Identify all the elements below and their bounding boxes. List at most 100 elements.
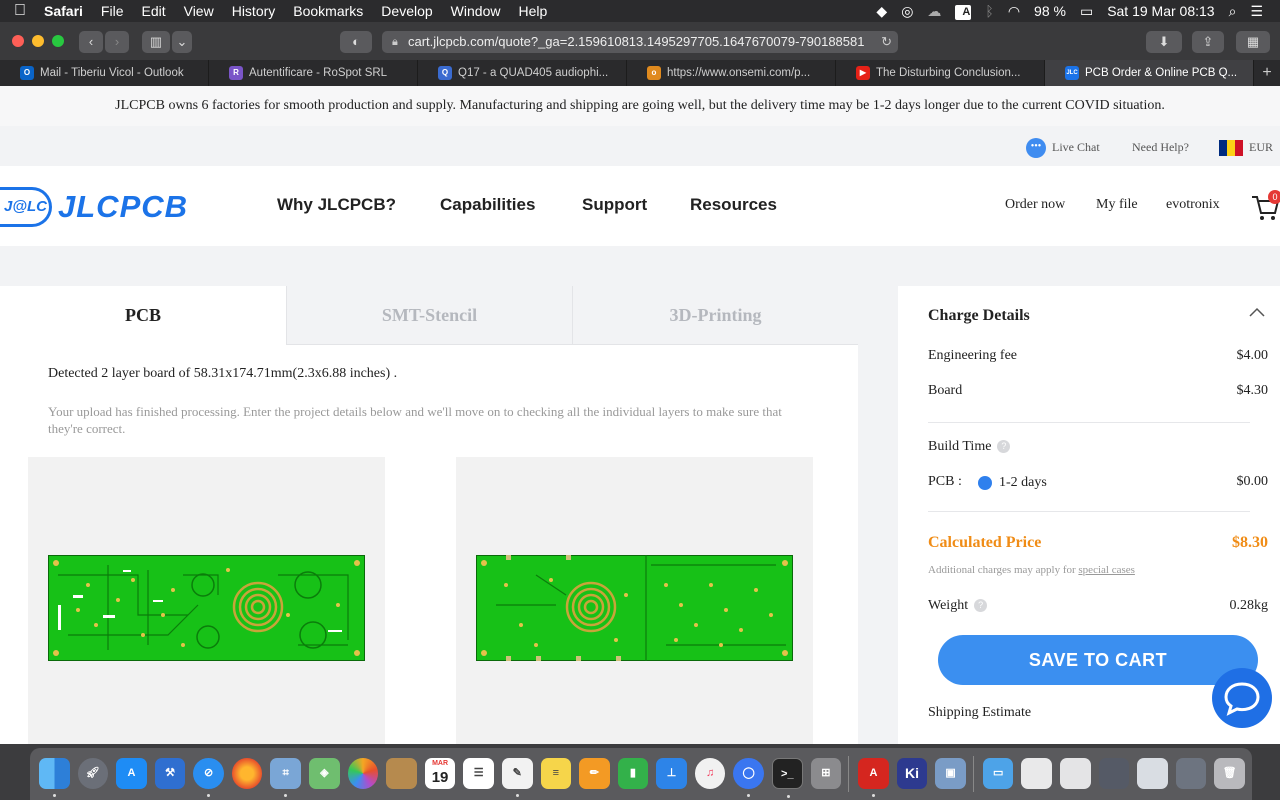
currency-selector[interactable]: EUR: [1219, 140, 1273, 157]
menu-edit[interactable]: Edit: [132, 3, 174, 19]
menu-view[interactable]: View: [175, 3, 223, 19]
maps-icon[interactable]: ◈: [309, 758, 340, 789]
bluetooth-icon[interactable]: ᛒ: [978, 3, 1000, 19]
battery-percent[interactable]: 98 %: [1027, 3, 1073, 19]
radio-selected-icon[interactable]: [978, 475, 992, 490]
chat-widget-button[interactable]: [1212, 668, 1272, 728]
menu-bookmarks[interactable]: Bookmarks: [284, 3, 372, 19]
menu-help[interactable]: Help: [509, 3, 556, 19]
minimize-window-button[interactable]: [32, 35, 44, 47]
save-to-cart-button[interactable]: SAVE TO CART: [938, 635, 1258, 685]
account-link[interactable]: evotronix: [1166, 197, 1220, 213]
firefox-icon[interactable]: [231, 758, 263, 789]
pcb-bottom-preview[interactable]: [456, 457, 813, 747]
finder-icon[interactable]: [39, 758, 70, 797]
recent-window-icon[interactable]: [1175, 758, 1207, 789]
special-cases-link[interactable]: special cases: [1078, 564, 1135, 576]
close-window-button[interactable]: [12, 35, 24, 47]
lock-icon: 🔒︎: [392, 36, 398, 48]
terminal-icon[interactable]: >_: [771, 758, 803, 798]
tab-pcb[interactable]: PCB: [0, 286, 286, 345]
recent-window-icon[interactable]: [1098, 758, 1130, 789]
acrobat-icon[interactable]: A: [858, 758, 889, 797]
nav-resources[interactable]: Resources: [690, 195, 777, 215]
tab-youtube[interactable]: ▶ The Disturbing Conclusion...: [836, 60, 1045, 86]
privacy-shield-icon[interactable]: ◐: [340, 31, 372, 53]
stickies-icon[interactable]: ≡: [540, 758, 572, 789]
menu-file[interactable]: File: [92, 3, 133, 19]
downloads-icon[interactable]: ⬇: [1146, 31, 1182, 53]
wifi-icon[interactable]: ◠: [1001, 3, 1027, 20]
xcode-icon[interactable]: ⚒: [154, 758, 186, 789]
recent-window-icon[interactable]: [1137, 758, 1168, 789]
tab-rospot[interactable]: R Autentificare - RoSpot SRL: [209, 60, 418, 86]
music-icon[interactable]: ♫: [694, 758, 726, 789]
help-icon[interactable]: ?: [997, 440, 1011, 454]
clock[interactable]: Sat 19 Mar 08:13: [1100, 3, 1221, 19]
dropbox-icon[interactable]: ◆: [869, 3, 894, 20]
tab-3d-printing[interactable]: 3D-Printing: [572, 286, 858, 345]
downloads-folder-icon[interactable]: ▭: [982, 758, 1014, 789]
tab-smt-stencil[interactable]: SMT-Stencil: [286, 286, 572, 345]
zoom-window-button[interactable]: [52, 35, 64, 47]
image-capture-icon[interactable]: ▣: [935, 758, 966, 789]
my-file-link[interactable]: My file: [1096, 197, 1138, 213]
share-icon[interactable]: ⇪: [1192, 31, 1224, 53]
tab-quad405[interactable]: Q Q17 - a QUAD405 audiophi...: [418, 60, 627, 86]
jlcpcb-logo[interactable]: J@LC JLCPCB: [0, 187, 188, 227]
shipping-estimate-label[interactable]: Shipping Estimate: [928, 705, 1031, 721]
keynote-icon[interactable]: ⊥: [656, 758, 687, 789]
launchpad-icon[interactable]: 🚀︎: [77, 758, 109, 789]
tab-jlcpcb[interactable]: JLC PCB Order & Online PCB Q...: [1045, 60, 1254, 86]
live-chat-link[interactable]: ••• Live Chat: [1026, 138, 1100, 158]
battery-icon[interactable]: ▭: [1073, 3, 1100, 20]
new-tab-button[interactable]: +: [1254, 60, 1280, 86]
tab-overview-icon[interactable]: ▦: [1236, 31, 1270, 53]
calculator-icon[interactable]: ⊞: [810, 758, 842, 789]
apple-icon[interactable]: : [0, 2, 40, 20]
kicad-icon[interactable]: Ki: [896, 758, 928, 789]
signal-icon[interactable]: ◯: [733, 758, 764, 797]
help-icon[interactable]: ?: [974, 599, 988, 613]
sidebar-icon[interactable]: ▥: [142, 31, 170, 53]
trash-icon[interactable]: 🗑︎: [1214, 758, 1245, 789]
nav-capabilities[interactable]: Capabilities: [440, 195, 535, 215]
nav-support[interactable]: Support: [582, 195, 647, 215]
engineering-fee-label: Engineering fee: [928, 348, 1018, 363]
order-now-link[interactable]: Order now: [1005, 197, 1065, 213]
app-store-icon[interactable]: A: [116, 758, 147, 789]
pcb-top-preview[interactable]: [28, 457, 385, 747]
forward-button[interactable]: ›: [105, 31, 129, 53]
notes-icon[interactable]: [386, 758, 417, 789]
pages-icon[interactable]: ✏: [579, 758, 610, 789]
input-source-icon[interactable]: A: [948, 2, 978, 20]
recent-document-icon[interactable]: [1060, 758, 1091, 789]
chevron-up-icon[interactable]: [1248, 306, 1266, 323]
recent-document-icon[interactable]: [1021, 758, 1053, 789]
need-help-link[interactable]: Need Help?: [1132, 140, 1189, 155]
tab-onsemi[interactable]: o https://www.onsemi.com/p...: [627, 60, 836, 86]
photos-icon[interactable]: [347, 758, 379, 789]
preview-icon[interactable]: ⌗: [270, 758, 302, 797]
menu-develop[interactable]: Develop: [372, 3, 441, 19]
chevron-down-icon[interactable]: ⌄: [172, 31, 192, 53]
spotlight-icon[interactable]: ⌕: [1222, 3, 1244, 20]
numbers-icon[interactable]: ▮: [617, 758, 649, 789]
back-button[interactable]: ‹: [79, 31, 103, 53]
safari-icon[interactable]: ⊘: [193, 758, 224, 797]
reload-icon[interactable]: ↻: [877, 31, 892, 53]
tab-outlook[interactable]: O Mail - Tiberiu Vicol - Outlook: [0, 60, 209, 86]
address-bar[interactable]: 🔒︎ cart.jlcpcb.com/quote?_ga=2.159610813…: [382, 31, 898, 53]
compass-icon[interactable]: ◎: [894, 3, 920, 20]
reminders-icon[interactable]: ☰: [463, 758, 494, 789]
menu-history[interactable]: History: [223, 3, 285, 19]
cloud-icon[interactable]: ☁: [920, 3, 948, 20]
textedit-icon[interactable]: ✎: [501, 758, 533, 797]
build-time-option[interactable]: 1-2 days: [978, 475, 1047, 491]
menu-window[interactable]: Window: [442, 3, 510, 19]
cart-icon[interactable]: 0: [1250, 190, 1280, 222]
control-center-icon[interactable]: ☰: [1243, 3, 1270, 20]
nav-why-jlcpcb[interactable]: Why JLCPCB?: [277, 195, 396, 215]
calendar-icon[interactable]: MAR 19: [424, 758, 456, 789]
menu-app[interactable]: Safari: [40, 3, 92, 19]
